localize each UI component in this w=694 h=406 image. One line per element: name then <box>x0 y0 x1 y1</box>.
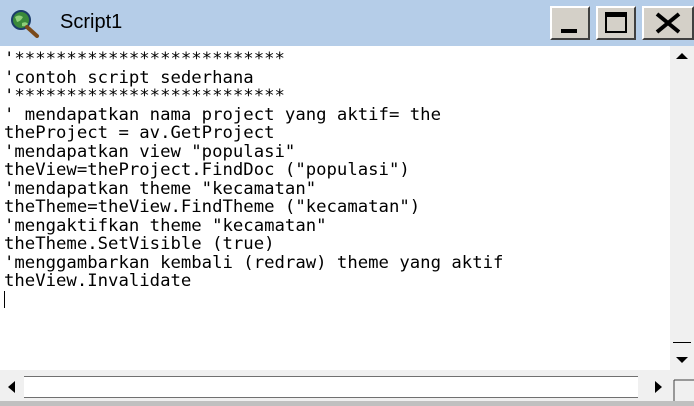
magnifier-globe-icon[interactable] <box>8 8 40 38</box>
script-window: Script1 '************************** 'con… <box>0 0 694 401</box>
window-title: Script1 <box>60 11 123 33</box>
scroll-up-arrow-icon[interactable] <box>670 46 694 66</box>
code-line[interactable]: theTheme=theView.FindTheme ("kecamatan") <box>4 197 420 217</box>
code-line[interactable]: 'mengaktifkan theme "kecamatan" <box>4 216 327 236</box>
minimize-button[interactable] <box>550 6 590 40</box>
scroll-track-divider <box>673 342 691 343</box>
code-line[interactable]: theTheme.SetVisible (true) <box>4 234 275 254</box>
code-line[interactable]: 'mendapatkan theme "kecamatan" <box>4 179 316 199</box>
code-text[interactable]: '************************** 'contoh scri… <box>4 46 668 309</box>
script-editor-client: '************************** 'contoh scri… <box>0 46 694 401</box>
code-editor[interactable]: '************************** 'contoh scri… <box>4 46 668 370</box>
close-icon <box>655 12 681 34</box>
code-line[interactable]: theProject = av.GetProject <box>4 123 275 143</box>
code-line[interactable]: 'contoh script sederhana <box>4 68 254 88</box>
code-line[interactable]: '************************** <box>4 86 285 106</box>
horizontal-scroll-track[interactable] <box>24 376 638 398</box>
maximize-button[interactable] <box>596 6 636 40</box>
code-line[interactable]: 'mendapatkan view "populasi" <box>4 142 295 162</box>
scroll-left-arrow-icon[interactable] <box>0 376 24 398</box>
code-line[interactable]: theView=theProject.FindDoc ("populasi") <box>4 160 410 180</box>
text-caret <box>4 290 5 308</box>
minimize-icon <box>561 29 577 33</box>
horizontal-scrollbar[interactable] <box>0 370 670 401</box>
size-grip[interactable] <box>670 370 694 401</box>
code-line[interactable]: ' mendapatkan nama project yang aktif= t… <box>4 105 441 125</box>
scroll-down-arrow-icon[interactable] <box>670 350 694 370</box>
vertical-scrollbar[interactable] <box>670 46 694 370</box>
close-button[interactable] <box>642 6 694 40</box>
code-line[interactable]: theView.Invalidate <box>4 271 191 291</box>
code-line[interactable]: '************************** <box>4 49 285 69</box>
title-bar[interactable]: Script1 <box>0 0 694 46</box>
maximize-icon <box>605 12 627 33</box>
scroll-right-arrow-icon[interactable] <box>646 376 670 398</box>
code-line[interactable]: 'menggambarkan kembali (redraw) theme ya… <box>4 253 503 273</box>
